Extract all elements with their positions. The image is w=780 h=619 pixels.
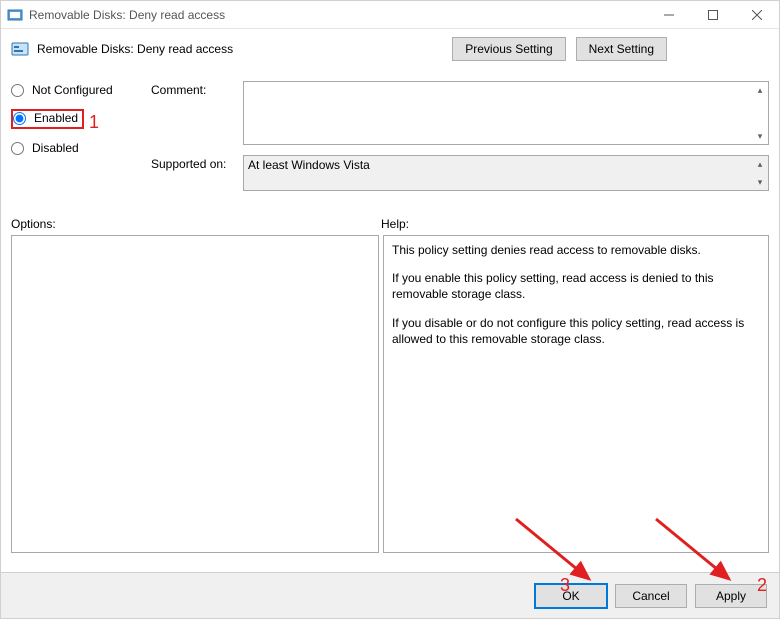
next-setting-button[interactable]: Next Setting bbox=[576, 37, 667, 61]
title-bar: Removable Disks: Deny read access bbox=[1, 1, 779, 29]
radio-enabled-label: Enabled bbox=[34, 111, 78, 125]
radio-enabled[interactable]: Enabled bbox=[11, 109, 84, 129]
supported-value: At least Windows Vista bbox=[248, 158, 370, 172]
supported-box: At least Windows Vista ▴ ▾ bbox=[243, 155, 769, 191]
radio-not-configured-label: Not Configured bbox=[32, 83, 113, 97]
comment-row: Comment: ▴ ▾ bbox=[151, 81, 769, 145]
supported-row: Supported on: At least Windows Vista ▴ ▾ bbox=[151, 155, 769, 191]
ok-button[interactable]: OK bbox=[535, 584, 607, 608]
apply-button[interactable]: Apply bbox=[695, 584, 767, 608]
cancel-button[interactable]: Cancel bbox=[615, 584, 687, 608]
help-label: Help: bbox=[381, 217, 409, 231]
state-column: Not Configured Enabled Disabled bbox=[11, 81, 151, 201]
upper-section: Not Configured Enabled Disabled Comment:… bbox=[1, 65, 779, 211]
previous-setting-button[interactable]: Previous Setting bbox=[452, 37, 565, 61]
options-label: Options: bbox=[11, 217, 381, 231]
options-pane bbox=[11, 235, 379, 553]
maximize-button[interactable] bbox=[691, 1, 735, 29]
window-title: Removable Disks: Deny read access bbox=[29, 8, 225, 22]
policy-title: Removable Disks: Deny read access bbox=[37, 42, 233, 56]
help-paragraph: If you disable or do not configure this … bbox=[392, 315, 760, 347]
radio-not-configured-input[interactable] bbox=[11, 84, 24, 97]
scroll-down-icon[interactable]: ▾ bbox=[752, 174, 768, 190]
radio-disabled[interactable]: Disabled bbox=[11, 141, 151, 155]
header-row: Removable Disks: Deny read access Previo… bbox=[1, 29, 779, 65]
lower-labels: Options: Help: bbox=[1, 211, 779, 235]
comment-textarea[interactable]: ▴ ▾ bbox=[243, 81, 769, 145]
supported-label: Supported on: bbox=[151, 155, 243, 191]
form-column: Comment: ▴ ▾ Supported on: At least Wind… bbox=[151, 81, 769, 201]
radio-not-configured[interactable]: Not Configured bbox=[11, 83, 151, 97]
scroll-up-icon[interactable]: ▴ bbox=[752, 82, 768, 98]
minimize-button[interactable] bbox=[647, 1, 691, 29]
window-controls bbox=[647, 1, 779, 29]
comment-label: Comment: bbox=[151, 81, 243, 145]
bottom-bar: OK Cancel Apply bbox=[1, 572, 779, 618]
radio-disabled-input[interactable] bbox=[11, 142, 24, 155]
nav-buttons: Previous Setting Next Setting bbox=[452, 37, 667, 61]
radio-disabled-label: Disabled bbox=[32, 141, 79, 155]
content-area: Removable Disks: Deny read access Previo… bbox=[1, 29, 779, 553]
app-icon bbox=[7, 7, 23, 23]
policy-icon bbox=[11, 40, 29, 58]
close-button[interactable] bbox=[735, 1, 779, 29]
radio-enabled-input[interactable] bbox=[13, 112, 26, 125]
help-paragraph: This policy setting denies read access t… bbox=[392, 242, 760, 258]
scroll-up-icon[interactable]: ▴ bbox=[752, 156, 768, 172]
scroll-down-icon[interactable]: ▾ bbox=[752, 128, 768, 144]
help-pane: This policy setting denies read access t… bbox=[383, 235, 769, 553]
help-paragraph: If you enable this policy setting, read … bbox=[392, 270, 760, 302]
lower-panes: This policy setting denies read access t… bbox=[1, 235, 779, 553]
